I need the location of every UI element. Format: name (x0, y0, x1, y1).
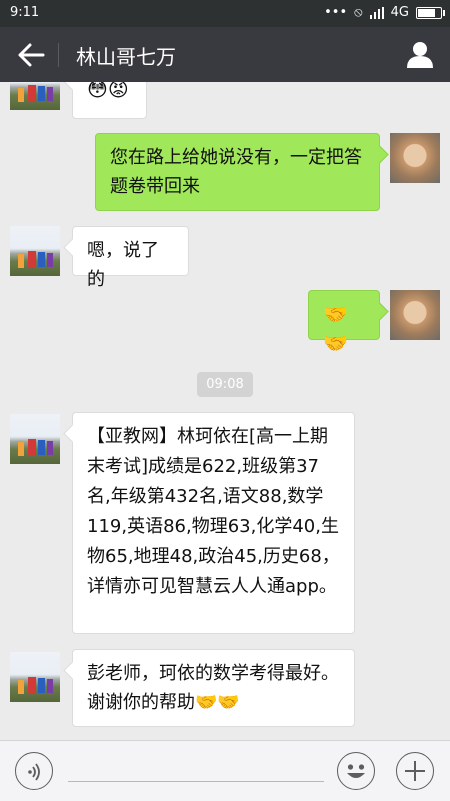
battery-icon (416, 6, 445, 19)
status-time: 9:11 (10, 5, 40, 20)
contact-avatar[interactable] (10, 414, 60, 464)
status-bar: 9:11 ••• ⦸ 4G (0, 0, 450, 27)
message-text: 嗯，说了的 (87, 240, 159, 290)
silent-icon: ⦸ (354, 5, 363, 20)
back-arrow-icon[interactable] (17, 42, 45, 68)
message-text: 您在路上给她说没有，一定把答题卷带回来 (110, 147, 362, 197)
input-bar (0, 740, 450, 801)
plus-icon (405, 761, 425, 781)
message-sent[interactable]: 您在路上给她说没有，一定把答题卷带回来 (95, 133, 380, 211)
message-received[interactable]: 😳😡 (72, 82, 147, 119)
network-type: 4G (390, 5, 409, 20)
chat-area[interactable]: 😳😡 您在路上给她说没有，一定把答题卷带回来 嗯，说了的 🤝🤝 09:08 【亚… (0, 82, 450, 740)
status-icons: ••• ⦸ 4G (324, 5, 445, 20)
header-divider (58, 43, 59, 67)
my-avatar[interactable] (390, 133, 440, 183)
voice-button[interactable] (15, 752, 53, 790)
emoji-icon (347, 764, 365, 778)
message-timestamp: 09:08 (197, 372, 253, 397)
my-avatar[interactable] (390, 290, 440, 340)
message-text: 彭老师，珂依的数学考得最好。谢谢你的帮助🤝🤝 (87, 663, 339, 713)
message-received[interactable]: 【亚教网】林珂依在[高一上期末考试]成绩是622,班级第37名,年级第432名,… (72, 412, 355, 634)
signal-icon (369, 6, 384, 19)
message-received[interactable]: 嗯，说了的 (72, 226, 189, 290)
message-sent[interactable]: 🤝🤝 (308, 290, 380, 355)
message-received[interactable]: 彭老师，珂依的数学考得最好。谢谢你的帮助🤝🤝 (72, 649, 355, 727)
more-button[interactable] (396, 752, 434, 790)
contact-avatar[interactable] (10, 226, 60, 276)
chat-title: 林山哥七万 (76, 45, 176, 69)
chat-header: 林山哥七万 (0, 27, 450, 82)
emoji-button[interactable] (337, 752, 375, 790)
profile-icon[interactable] (406, 40, 434, 68)
voice-icon (28, 763, 40, 781)
contact-avatar[interactable] (10, 82, 60, 110)
message-text: 😳😡 (87, 82, 129, 101)
more-dots-icon: ••• (324, 5, 348, 20)
contact-avatar[interactable] (10, 652, 60, 702)
message-text: 🤝🤝 (323, 302, 348, 355)
message-text: 【亚教网】林珂依在[高一上期末考试]成绩是622,班级第37名,年级第432名,… (87, 426, 340, 597)
message-input[interactable] (68, 781, 324, 782)
